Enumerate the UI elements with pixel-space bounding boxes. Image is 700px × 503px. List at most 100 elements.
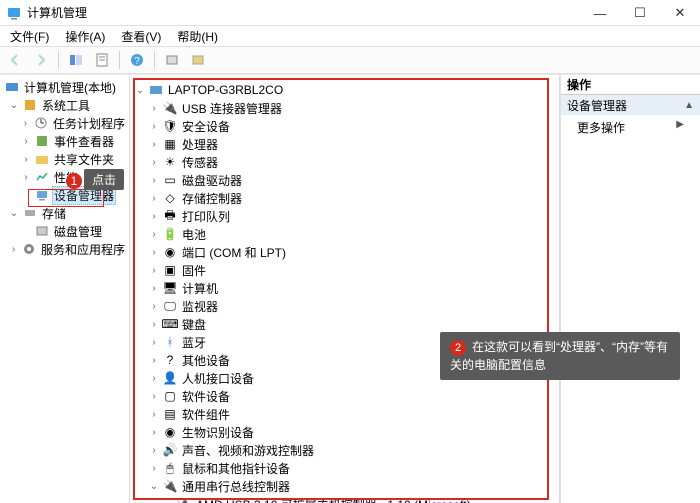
- expand-icon[interactable]: ›: [148, 372, 160, 384]
- window-controls: — ☐ ✕: [580, 0, 700, 26]
- cat-usb-ctrl[interactable]: ⌄🔌通用串行总线控制器: [134, 477, 555, 495]
- collapse-icon[interactable]: ⌄: [8, 207, 20, 219]
- expand-icon[interactable]: ›: [148, 318, 160, 330]
- tree-shared-folders[interactable]: › 共享文件夹: [2, 150, 127, 168]
- disk-icon: [34, 223, 50, 239]
- properties-button[interactable]: [91, 49, 113, 71]
- maximize-button[interactable]: ☐: [620, 0, 660, 26]
- cat-mouse[interactable]: ›🖱鼠标和其他指针设备: [134, 459, 555, 477]
- cat-storage-ctrl[interactable]: ›◇存储控制器: [134, 189, 555, 207]
- cat-disk[interactable]: ›▭磁盘驱动器: [134, 171, 555, 189]
- close-button[interactable]: ✕: [660, 0, 700, 26]
- expand-icon[interactable]: ›: [148, 192, 160, 204]
- actions-section-label: 设备管理器: [567, 97, 627, 114]
- tree-services[interactable]: › 服务和应用程序: [2, 240, 127, 258]
- toolbar-btn-a[interactable]: [161, 49, 183, 71]
- tree-disk-mgmt[interactable]: 磁盘管理: [2, 222, 127, 240]
- minimize-button[interactable]: —: [580, 0, 620, 26]
- cat-cpu[interactable]: ›▦处理器: [134, 135, 555, 153]
- expand-icon[interactable]: ›: [148, 138, 160, 150]
- actions-pane: 操作 设备管理器 ▲ 更多操作 ▶: [560, 75, 700, 503]
- menu-bar: 文件(F) 操作(A) 查看(V) 帮助(H): [0, 26, 700, 46]
- expand-icon[interactable]: ›: [148, 336, 160, 348]
- performance-icon: [34, 169, 50, 185]
- cat-usb-connector[interactable]: ›🔌USB 连接器管理器: [134, 99, 555, 117]
- expand-icon[interactable]: ›: [148, 210, 160, 222]
- cat-keyboard[interactable]: ›⌨键盘: [134, 315, 555, 333]
- main-area: 计算机管理(本地) ⌄ 系统工具 › 任务计划程序 › 事件查看器 › 共享文件…: [0, 74, 700, 503]
- cat-security[interactable]: ›🛡安全设备: [134, 117, 555, 135]
- collapse-icon[interactable]: ⌄: [148, 480, 160, 492]
- expand-icon[interactable]: ›: [20, 153, 32, 165]
- cat-ports[interactable]: ›◉端口 (COM 和 LPT): [134, 243, 555, 261]
- back-button[interactable]: [4, 49, 26, 71]
- collapse-icon[interactable]: ⌄: [8, 99, 20, 111]
- menu-view[interactable]: 查看(V): [115, 27, 167, 46]
- expand-icon[interactable]: ›: [148, 174, 160, 186]
- tree-system-tools[interactable]: ⌄ 系统工具: [2, 96, 127, 114]
- annotation-badge-1: 1: [66, 173, 82, 189]
- device-label: 端口 (COM 和 LPT): [180, 244, 288, 261]
- cat-firmware[interactable]: ›▣固件: [134, 261, 555, 279]
- expand-icon[interactable]: ›: [148, 120, 160, 132]
- expand-icon[interactable]: ›: [20, 171, 32, 183]
- shield-icon: 🛡: [162, 118, 178, 134]
- expand-icon[interactable]: ›: [148, 282, 160, 294]
- expand-icon[interactable]: ›: [148, 462, 160, 474]
- cat-computer[interactable]: ›🖥计算机: [134, 279, 555, 297]
- forward-button[interactable]: [30, 49, 52, 71]
- expand-icon[interactable]: ›: [20, 135, 32, 147]
- cat-monitor[interactable]: ›🖵监视器: [134, 297, 555, 315]
- expand-icon[interactable]: ›: [148, 408, 160, 420]
- hid-icon: 👤: [162, 370, 178, 386]
- left-tree: 计算机管理(本地) ⌄ 系统工具 › 任务计划程序 › 事件查看器 › 共享文件…: [0, 75, 129, 261]
- device-tree-pane[interactable]: ⌄ LAPTOP-G3RBL2CO ›🔌USB 连接器管理器 ›🛡安全设备 ›▦…: [130, 75, 560, 503]
- expand-icon[interactable]: ›: [8, 243, 20, 255]
- tree-event-viewer[interactable]: › 事件查看器: [2, 132, 127, 150]
- help-button[interactable]: ?: [126, 49, 148, 71]
- expand-icon[interactable]: ›: [148, 228, 160, 240]
- actions-section[interactable]: 设备管理器 ▲: [561, 95, 700, 115]
- tree-root[interactable]: 计算机管理(本地): [2, 78, 127, 96]
- expand-icon[interactable]: ›: [148, 426, 160, 438]
- expand-icon[interactable]: ›: [148, 444, 160, 456]
- tree-task-scheduler[interactable]: › 任务计划程序: [2, 114, 127, 132]
- actions-more[interactable]: 更多操作 ▶: [561, 115, 700, 140]
- cat-battery[interactable]: ›🔋电池: [134, 225, 555, 243]
- menu-help[interactable]: 帮助(H): [171, 27, 224, 46]
- cat-print[interactable]: ›🖶打印队列: [134, 207, 555, 225]
- expand-icon[interactable]: ›: [148, 354, 160, 366]
- cat-audio-video[interactable]: ›🔊声音、视频和游戏控制器: [134, 441, 555, 459]
- services-icon: [21, 241, 37, 257]
- device-root[interactable]: ⌄ LAPTOP-G3RBL2CO: [134, 81, 555, 99]
- menu-action[interactable]: 操作(A): [59, 27, 111, 46]
- cat-sensor[interactable]: ›☀传感器: [134, 153, 555, 171]
- cat-sw-devices[interactable]: ›▢软件设备: [134, 387, 555, 405]
- expand-icon[interactable]: ›: [148, 156, 160, 168]
- expand-icon[interactable]: ›: [148, 264, 160, 276]
- computer-icon: [148, 82, 164, 98]
- expand-icon[interactable]: ›: [148, 390, 160, 402]
- toolbar-btn-b[interactable]: [187, 49, 209, 71]
- firmware-icon: ▣: [162, 262, 178, 278]
- monitor-icon: 🖵: [162, 298, 178, 314]
- title-bar: 计算机管理 — ☐ ✕: [0, 0, 700, 26]
- disk-drive-icon: ▭: [162, 172, 178, 188]
- cat-biometric[interactable]: ›◉生物识别设备: [134, 423, 555, 441]
- event-icon: [34, 133, 50, 149]
- expand-icon[interactable]: ›: [148, 246, 160, 258]
- menu-file[interactable]: 文件(F): [4, 27, 55, 46]
- actions-header: 操作: [561, 75, 700, 95]
- show-hide-tree-button[interactable]: [65, 49, 87, 71]
- shared-folder-icon: [34, 151, 50, 167]
- device-label: 计算机: [180, 280, 220, 297]
- expand-icon[interactable]: ›: [148, 300, 160, 312]
- usb-child[interactable]: 🔌AMD USB 3.10 可扩展主机控制器 - 1.10 (Microsoft…: [134, 495, 555, 503]
- cat-sw-components[interactable]: ›▤软件组件: [134, 405, 555, 423]
- annotation-label-1: 点击: [84, 169, 124, 190]
- mouse-icon: 🖱: [162, 460, 178, 476]
- expand-icon[interactable]: ›: [20, 117, 32, 129]
- expand-icon[interactable]: ›: [148, 102, 160, 114]
- pc-icon: 🖥: [162, 280, 178, 296]
- collapse-icon[interactable]: ⌄: [134, 84, 146, 96]
